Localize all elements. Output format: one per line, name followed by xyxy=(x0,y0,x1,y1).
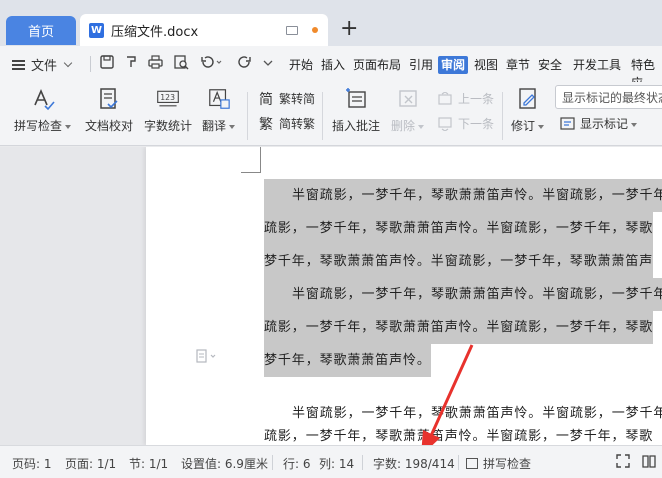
quick-access-dropdown-icon[interactable] xyxy=(262,55,274,69)
fullscreen-icon[interactable] xyxy=(616,454,630,468)
translate-button[interactable]: 翻译 xyxy=(202,86,236,134)
insert-comment-button[interactable]: 插入批注 xyxy=(332,86,380,134)
trad-simp-icon: 简 xyxy=(259,91,273,108)
translate-icon xyxy=(207,86,231,112)
hamburger-icon xyxy=(12,59,25,70)
review-ribbon: 拼写检查 文档校对 123 字数统计 翻译 简 繁转简 繁 简转繁 插入批注 删… xyxy=(0,82,662,146)
traditional-to-simplified-button[interactable]: 简 繁转简 xyxy=(258,90,316,108)
previous-comment-label: 上一条 xyxy=(458,92,495,106)
status-spellcheck-label: 拼写检查 xyxy=(483,457,532,471)
page-margin-marker xyxy=(241,147,261,173)
document-tab-title: 压缩文件.docx xyxy=(111,24,199,40)
show-markup-label: 显示标记 xyxy=(580,117,629,131)
print-icon[interactable] xyxy=(148,55,163,69)
new-tab-button[interactable]: + xyxy=(340,18,358,40)
simplified-to-traditional-button[interactable]: 繁 简转繁 xyxy=(258,115,316,133)
menu-developer[interactable]: 开发工具 xyxy=(573,56,621,74)
word-count-icon-text: 123 xyxy=(160,93,175,102)
status-row[interactable]: 行: 6 xyxy=(283,455,311,472)
menu-page-layout[interactable]: 页面布局 xyxy=(353,56,401,74)
save-icon[interactable] xyxy=(100,55,114,69)
status-spellcheck[interactable]: 拼写检查 xyxy=(466,455,531,472)
track-changes-label: 修订 xyxy=(511,119,536,133)
delete-comment-button[interactable]: 删除 xyxy=(391,86,425,134)
show-markup-button[interactable]: 显示标记 xyxy=(559,115,638,132)
monitor-icon[interactable] xyxy=(286,25,298,35)
word-doc-icon: W xyxy=(89,22,104,38)
menu-references[interactable]: 引用 xyxy=(409,56,433,74)
proofread-button[interactable]: 文档校对 xyxy=(85,86,133,134)
delete-comment-icon xyxy=(396,86,420,112)
show-markup-icon xyxy=(559,116,575,132)
paragraph-handle-icon[interactable] xyxy=(196,349,218,367)
tab-bar: 首页 W 压缩文件.docx + xyxy=(0,0,662,46)
menu-view[interactable]: 视图 xyxy=(474,56,498,74)
divider xyxy=(362,455,363,470)
redo-icon[interactable] xyxy=(238,55,252,69)
status-word-count[interactable]: 字数: 198/414 xyxy=(373,455,455,472)
word-count-icon: 123 xyxy=(156,86,180,112)
spellcheck-icon xyxy=(466,458,478,469)
proofread-label: 文档校对 xyxy=(85,119,134,133)
previous-comment-icon xyxy=(437,91,453,107)
divider xyxy=(90,56,91,72)
divider xyxy=(322,92,323,140)
spellcheck-icon xyxy=(31,86,55,112)
text-line[interactable]: 疏影，一梦千年，琴歌萧萧笛声怜。半窗疏影，一梦千年，琴歌 xyxy=(264,212,654,245)
undo-icon[interactable] xyxy=(200,55,222,69)
previous-comment-button[interactable]: 上一条 xyxy=(437,90,494,107)
text-line[interactable]: 梦千年，琴歌萧萧笛声怜。半窗疏影，一梦千年，琴歌萧萧笛声 xyxy=(264,245,654,278)
format-painter-icon[interactable] xyxy=(124,55,138,69)
tab-document[interactable]: W 压缩文件.docx xyxy=(80,14,328,46)
text-line[interactable]: 疏影，一梦千年，琴歌萧萧笛声怜。半窗疏影，一梦千年，琴歌 xyxy=(264,311,654,344)
simp-trad-icon: 繁 xyxy=(259,116,273,133)
track-changes-icon xyxy=(516,86,540,112)
word-count-button[interactable]: 123 字数统计 xyxy=(144,86,192,134)
spellcheck-label: 拼写检查 xyxy=(14,119,63,133)
delete-comment-label: 删除 xyxy=(391,119,416,133)
menu-review[interactable]: 审阅 xyxy=(438,56,469,74)
insert-comment-icon xyxy=(344,86,368,112)
simp-label: 简转繁 xyxy=(279,117,316,131)
menu-start[interactable]: 开始 xyxy=(289,56,313,74)
markup-display-select[interactable]: 显示标记的最终状态 xyxy=(555,85,662,109)
status-column[interactable]: 列: 14 xyxy=(319,455,354,472)
text-line[interactable]: 半窗疏影，一梦千年，琴歌萧萧笛声怜。半窗疏影，一梦千年 xyxy=(264,179,662,212)
next-comment-button[interactable]: 下一条 xyxy=(437,115,494,132)
next-comment-icon xyxy=(437,116,453,132)
next-comment-label: 下一条 xyxy=(458,117,495,131)
divider xyxy=(458,455,459,470)
trad-label: 繁转简 xyxy=(279,92,316,106)
menu-section[interactable]: 章节 xyxy=(506,56,530,74)
menu-insert[interactable]: 插入 xyxy=(321,56,345,74)
word-count-label: 字数统计 xyxy=(144,119,193,133)
reading-mode-icon[interactable] xyxy=(642,454,656,468)
translate-label: 翻译 xyxy=(202,119,227,133)
chevron-down-icon xyxy=(63,58,73,67)
tab-home[interactable]: 首页 xyxy=(6,16,76,45)
print-preview-icon[interactable] xyxy=(174,55,189,70)
file-menu-label: 文件 xyxy=(31,59,58,74)
menu-features[interactable]: 特色应 xyxy=(631,56,662,90)
status-section[interactable]: 节: 1/1 xyxy=(129,455,168,472)
status-page-code[interactable]: 页码: 1 xyxy=(12,455,52,472)
divider xyxy=(502,92,503,140)
status-page[interactable]: 页面: 1/1 xyxy=(65,455,116,472)
divider xyxy=(272,455,273,470)
menu-bar: 文件 开始 插入 页面布局 引用 审阅 视图 章节 安全 开发工具 特色应 xyxy=(0,46,662,90)
spellcheck-button[interactable]: 拼写检查 xyxy=(14,86,72,134)
divider xyxy=(247,92,248,140)
insert-comment-label: 插入批注 xyxy=(332,119,381,133)
status-setting-value[interactable]: 设置值: 6.9厘米 xyxy=(181,455,268,472)
track-changes-button[interactable]: 修订 xyxy=(511,86,545,134)
status-bar: 页码: 1 页面: 1/1 节: 1/1 设置值: 6.9厘米 行: 6 列: … xyxy=(0,445,662,478)
text-line[interactable]: 梦千年，琴歌萧萧笛声怜。 xyxy=(264,344,431,377)
unsaved-dot-icon xyxy=(312,27,318,33)
text-line[interactable]: 半窗疏影，一梦千年，琴歌萧萧笛声怜。半窗疏影，一梦千年 xyxy=(264,278,662,311)
menu-security[interactable]: 安全 xyxy=(538,56,562,74)
file-menu-button[interactable]: 文件 xyxy=(12,55,73,74)
document-check-icon xyxy=(97,86,121,112)
